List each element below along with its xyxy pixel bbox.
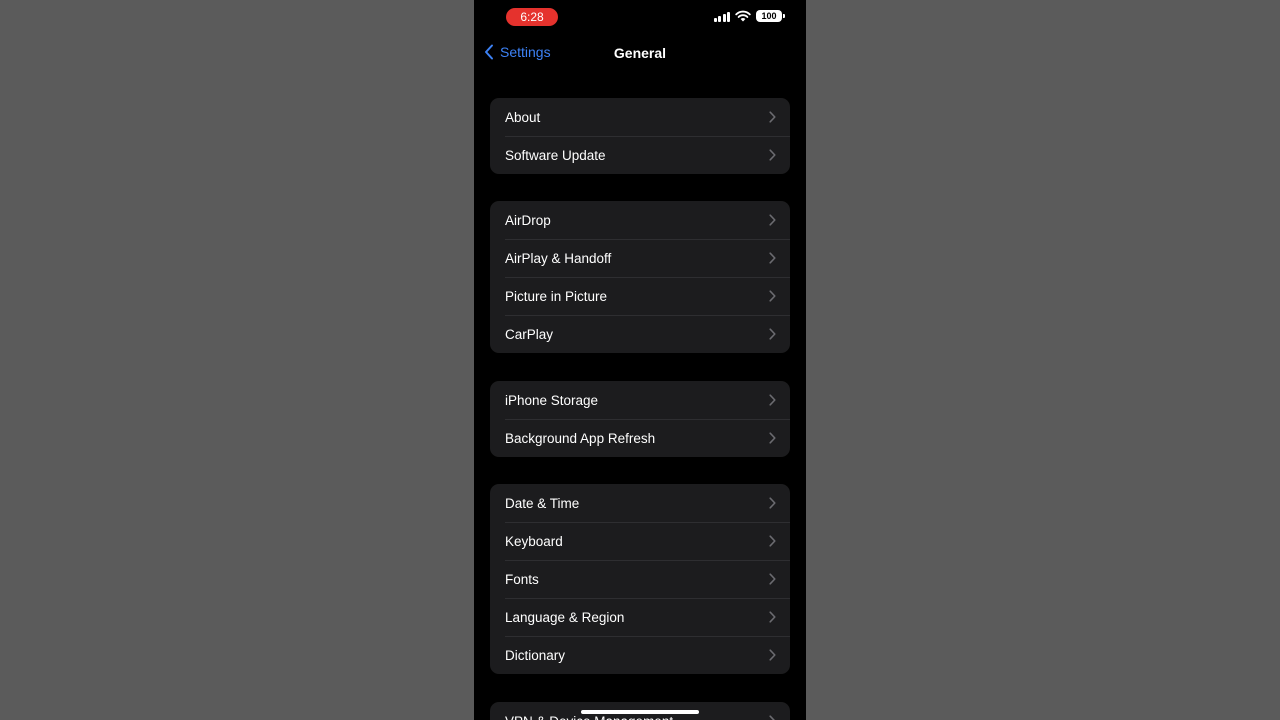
settings-row-background-app-refresh[interactable]: Background App Refresh	[490, 419, 790, 457]
chevron-right-icon	[769, 328, 776, 340]
chevron-right-icon	[769, 715, 775, 720]
chevron-left-icon	[485, 44, 493, 60]
settings-row-label: Keyboard	[505, 533, 563, 549]
background-right	[806, 0, 1280, 720]
settings-group: About Software Update	[490, 98, 790, 174]
cellular-signal-icon	[713, 11, 730, 22]
settings-row-label: Picture in Picture	[505, 288, 608, 304]
settings-row-airdrop[interactable]: AirDrop	[490, 201, 790, 239]
settings-group: AirDrop AirPlay & Handoff Picture in Pictu…	[490, 201, 790, 353]
settings-row-label: AirDrop	[505, 212, 551, 228]
settings-row-label: AirPlay & Handoff	[505, 250, 612, 266]
settings-row-fonts[interactable]: Fonts	[490, 560, 790, 598]
settings-row-software-update[interactable]: Software Update	[490, 136, 790, 174]
settings-row-date-and-time[interactable]: Date & Time	[490, 484, 790, 522]
navigation-bar: General Settings	[474, 40, 806, 68]
chevron-right-icon	[769, 649, 776, 661]
phone-screen: 6:28 100 General Settings About Software …	[474, 0, 806, 720]
back-button-label: Settings	[500, 44, 551, 60]
status-icons: 100	[713, 10, 785, 22]
settings-row-airplay-and-handoff[interactable]: AirPlay & Handoff	[490, 239, 790, 277]
settings-row-label: VPN & Device Management	[505, 714, 673, 720]
settings-row-label: Date & Time	[505, 495, 580, 511]
status-time: 6:28	[506, 8, 558, 26]
chevron-right-icon	[769, 394, 776, 406]
chevron-right-icon	[769, 252, 776, 264]
settings-row-label: CarPlay	[505, 326, 554, 342]
background-left	[0, 0, 474, 720]
settings-row-label: Language & Region	[505, 609, 625, 625]
chevron-right-icon	[769, 432, 776, 444]
chevron-right-icon	[769, 111, 776, 123]
chevron-right-icon	[769, 214, 776, 226]
home-indicator[interactable]	[581, 710, 699, 714]
settings-group: iPhone Storage Background App Refresh	[490, 381, 790, 457]
settings-row-label: Software Update	[505, 147, 606, 163]
chevron-right-icon	[769, 611, 776, 623]
settings-row-label: About	[505, 109, 541, 125]
settings-row-dictionary[interactable]: Dictionary	[490, 636, 790, 674]
settings-row-label: Fonts	[505, 571, 539, 587]
settings-row-iphone-storage[interactable]: iPhone Storage	[490, 381, 790, 419]
settings-row-picture-in-picture[interactable]: Picture in Picture	[490, 277, 790, 315]
chevron-right-icon	[769, 497, 776, 509]
settings-row-keyboard[interactable]: Keyboard	[490, 522, 790, 560]
settings-row-about[interactable]: About	[490, 98, 790, 136]
wifi-icon	[735, 10, 751, 22]
chevron-right-icon	[769, 149, 776, 161]
chevron-right-icon	[769, 535, 776, 547]
chevron-right-icon	[769, 573, 776, 585]
settings-row-language-and-region[interactable]: Language & Region	[490, 598, 790, 636]
settings-row-label: Dictionary	[505, 647, 566, 663]
chevron-right-icon	[769, 290, 776, 302]
settings-group: Date & Time Keyboard Fonts Language & Regio…	[490, 484, 790, 674]
settings-row-carplay[interactable]: CarPlay	[490, 315, 790, 353]
back-button[interactable]: Settings	[484, 44, 551, 60]
settings-row-label: iPhone Storage	[505, 392, 599, 408]
settings-row-label: Background App Refresh	[505, 430, 656, 446]
status-bar: 6:28 100	[474, 0, 806, 36]
battery-icon: 100	[756, 10, 785, 22]
